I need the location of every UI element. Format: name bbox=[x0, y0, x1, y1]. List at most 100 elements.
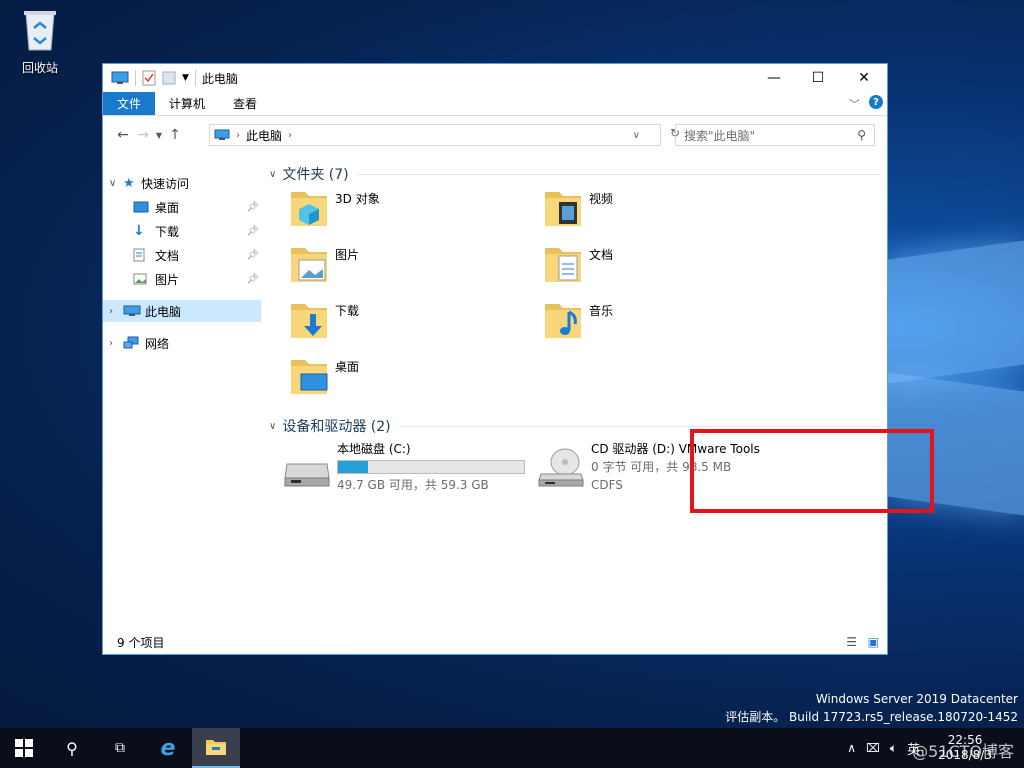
ribbon-expand-icon[interactable]: ﹀ bbox=[849, 96, 860, 112]
content-pane: ∨ 文件夹 (7) 3D 对象 视频 图片 文档 下载 音乐 桌面 ∨ 设备和驱… bbox=[263, 154, 934, 634]
task-view-button[interactable]: ⧉ bbox=[96, 728, 144, 768]
nav-item-pictures[interactable]: 图片 📌︎ bbox=[133, 268, 259, 290]
videos-folder-icon bbox=[545, 192, 581, 226]
details-view-icon[interactable]: ☰ bbox=[846, 635, 857, 649]
folder-label: 文档 bbox=[589, 248, 614, 262]
search-button[interactable]: ⚲ bbox=[48, 728, 96, 768]
folder-item-downloads[interactable]: 下载 bbox=[287, 298, 517, 350]
cd-drive-icon bbox=[538, 448, 584, 487]
new-folder-icon[interactable] bbox=[162, 70, 176, 86]
search-icon[interactable]: ⚲ bbox=[857, 128, 866, 142]
hard-drive-icon bbox=[284, 463, 330, 487]
show-hidden-icons-chevron-icon[interactable]: ∧ bbox=[847, 741, 856, 755]
close-button[interactable]: ✕ bbox=[841, 64, 887, 92]
watermark-edition: Windows Server 2019 Datacenter bbox=[815, 692, 1018, 706]
toolbar-separator bbox=[194, 70, 196, 86]
quick-access-toolbar: ▼ bbox=[103, 70, 196, 86]
folder-item-videos[interactable]: 视频 bbox=[541, 186, 771, 238]
up-arrow-icon[interactable]: ↑ bbox=[165, 125, 185, 145]
ribbon-tabs: 文件 计算机 查看 ﹀ ? bbox=[103, 92, 887, 116]
desktop-icon bbox=[133, 201, 149, 213]
recycle-bin-icon bbox=[24, 11, 56, 51]
folder-item-desktop[interactable]: 桌面 bbox=[287, 354, 517, 406]
item-count: 9 个项目 bbox=[117, 635, 165, 650]
minimize-button[interactable]: — bbox=[751, 64, 797, 92]
recycle-bin-label: 回收站 bbox=[21, 61, 58, 75]
3d-objects-folder-icon bbox=[291, 192, 327, 226]
collapse-chevron-icon[interactable]: ∨ bbox=[269, 421, 276, 432]
title-bar: ▼ 此电脑 — ☐ ✕ bbox=[103, 64, 887, 92]
tab-computer[interactable]: 计算机 bbox=[155, 92, 219, 115]
drive-item-c[interactable]: 本地磁盘 (C:) 49.7 GB 可用，共 59.3 GB bbox=[283, 440, 533, 500]
breadcrumb-chevron-icon[interactable]: › bbox=[236, 130, 240, 141]
document-icon bbox=[133, 248, 145, 262]
folder-item-3d-objects[interactable]: 3D 对象 bbox=[287, 186, 517, 238]
group-header-folders[interactable]: ∨ 文件夹 (7) bbox=[269, 164, 881, 184]
status-bar: 9 个项目 ☰ ▣ bbox=[103, 630, 887, 654]
pin-icon[interactable]: 📌︎ bbox=[246, 202, 259, 213]
folder-label: 图片 bbox=[335, 248, 360, 262]
red-highlight-box bbox=[690, 429, 934, 513]
search-box[interactable]: 搜索"此电脑" ⚲ bbox=[675, 124, 875, 146]
star-icon: ★ bbox=[123, 175, 135, 191]
expand-chevron-icon[interactable]: › bbox=[109, 306, 123, 317]
folder-item-pictures[interactable]: 图片 bbox=[287, 242, 517, 294]
large-icons-view-icon[interactable]: ▣ bbox=[868, 635, 879, 649]
collapse-chevron-icon[interactable]: ∨ bbox=[269, 169, 276, 180]
back-arrow-icon[interactable]: ← bbox=[113, 125, 133, 145]
nav-item-desktop[interactable]: 桌面 📌︎ bbox=[133, 196, 259, 218]
computer-icon bbox=[111, 71, 129, 84]
file-explorer-taskbar-button[interactable] bbox=[192, 728, 240, 768]
documents-folder-icon bbox=[545, 248, 581, 282]
start-button[interactable] bbox=[0, 728, 48, 768]
pin-icon[interactable]: 📌︎ bbox=[246, 250, 259, 261]
toolbar-separator bbox=[135, 70, 136, 86]
tab-file[interactable]: 文件 bbox=[103, 92, 156, 115]
pin-icon[interactable]: 📌︎ bbox=[246, 226, 259, 237]
nav-item-network[interactable]: › 网络 bbox=[109, 332, 259, 354]
address-bar[interactable]: › 此电脑 › ∨ ↻ bbox=[209, 124, 680, 146]
watermark-build: 评估副本。 Build 17723.rs5_release.180720-145… bbox=[725, 710, 1018, 724]
navigation-bar: ← → ▼ ↑ › 此电脑 › ∨ ↻ 搜索"此电脑" ⚲ bbox=[103, 116, 887, 154]
customize-toolbar-icon[interactable]: ▼ bbox=[182, 73, 189, 83]
maximize-button[interactable]: ☐ bbox=[795, 64, 841, 92]
network-status-icon[interactable]: ⌧ bbox=[866, 741, 880, 755]
recycle-bin[interactable]: 回收站 bbox=[12, 8, 68, 76]
internet-explorer-button[interactable]: e bbox=[144, 728, 192, 768]
nav-item-downloads[interactable]: ↓ 下载 📌︎ bbox=[133, 220, 259, 242]
breadcrumb-this-pc[interactable]: 此电脑 bbox=[246, 127, 282, 144]
expand-chevron-icon[interactable]: ∨ bbox=[109, 178, 123, 189]
nav-item-this-pc[interactable]: › 此电脑 bbox=[103, 300, 261, 322]
nav-item-documents[interactable]: 文档 📌︎ bbox=[133, 244, 259, 266]
nav-item-quick-access[interactable]: ∨ ★ 快速访问 bbox=[109, 172, 259, 194]
pin-icon[interactable]: 📌︎ bbox=[246, 274, 259, 285]
folder-label: 下载 bbox=[335, 304, 360, 318]
group-divider bbox=[398, 425, 881, 427]
tab-view[interactable]: 查看 bbox=[219, 92, 271, 115]
internet-explorer-icon: e bbox=[160, 735, 176, 761]
nav-label: 图片 bbox=[155, 272, 180, 287]
help-icon[interactable]: ? bbox=[869, 95, 883, 109]
drive-name: 本地磁盘 (C:) bbox=[337, 442, 411, 456]
navigation-pane: ∨ ★ 快速访问 桌面 📌︎ ↓ 下载 📌︎ 文档 📌︎ 图片 📌︎ › 此电脑 bbox=[103, 154, 261, 634]
group-title: 设备和驱动器 (2) bbox=[282, 419, 391, 435]
volume-muted-icon[interactable]: 🔈︎ bbox=[890, 741, 897, 756]
os-watermark: Windows Server 2019 Datacenter 评估副本。 Bui… bbox=[725, 690, 1018, 726]
properties-icon[interactable] bbox=[142, 70, 156, 86]
address-dropdown-icon[interactable]: ∨ bbox=[633, 130, 640, 141]
breadcrumb-chevron-icon[interactable]: › bbox=[288, 130, 292, 141]
folder-item-music[interactable]: 音乐 bbox=[541, 298, 771, 350]
file-explorer-icon bbox=[206, 740, 226, 755]
downloads-folder-icon bbox=[291, 304, 327, 338]
download-arrow-icon: ↓ bbox=[133, 223, 145, 239]
windows-start-icon bbox=[15, 739, 33, 757]
file-explorer-window: ▼ 此电脑 — ☐ ✕ 文件 计算机 查看 ﹀ ? ← → ▼ ↑ › 此电脑 … bbox=[102, 63, 934, 655]
folder-item-documents[interactable]: 文档 bbox=[541, 242, 771, 294]
expand-chevron-icon[interactable]: › bbox=[109, 338, 123, 349]
task-view-icon: ⧉ bbox=[115, 740, 125, 756]
desktop-folder-icon bbox=[291, 360, 328, 394]
forward-arrow-icon[interactable]: → bbox=[133, 125, 153, 145]
nav-label: 网络 bbox=[145, 336, 170, 351]
recent-locations-icon[interactable]: ▼ bbox=[153, 125, 165, 145]
search-icon: ⚲ bbox=[66, 738, 78, 758]
